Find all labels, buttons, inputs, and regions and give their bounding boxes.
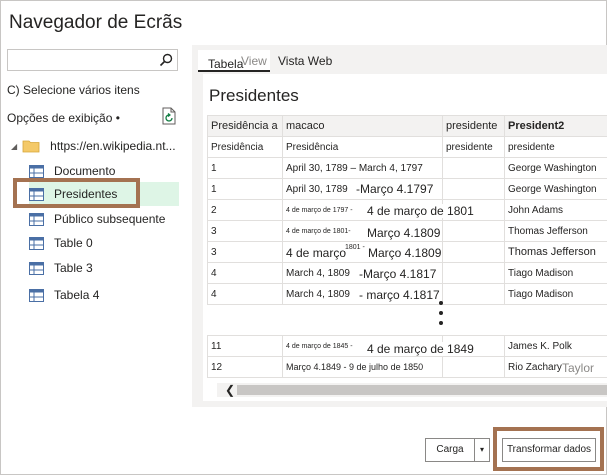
table-cell: 1 <box>207 178 283 200</box>
nav-item-label: Público subsequente <box>54 212 166 226</box>
overlay-text: - março 4.1817 <box>358 288 441 302</box>
table-cell <box>442 178 505 200</box>
table-cell: Presidência <box>282 136 443 158</box>
table-icon <box>29 164 44 178</box>
table-cell <box>442 356 505 378</box>
scrollbar-thumb[interactable] <box>237 385 607 395</box>
overlay-text: Março 4.1809 <box>367 246 443 260</box>
overlay-text: 4 de março de 1801 <box>366 204 475 218</box>
table-icon <box>29 261 44 275</box>
navigator-dialog: Navegador de Ecrãs C) Selecione vários i… <box>0 0 607 475</box>
horizontal-scrollbar[interactable] <box>217 383 607 397</box>
nav-item-documento[interactable]: Documento <box>29 159 179 183</box>
nav-item-label: Documento <box>54 164 116 178</box>
nav-item-label: Tabela 4 <box>54 288 100 302</box>
table-cell <box>442 262 505 284</box>
tree-folder-node[interactable]: ◢ https://en.wikipedia.nt... <box>11 137 176 155</box>
column-header[interactable]: Presidência a <box>207 115 283 137</box>
overlay-text: 4 de março de 1849 <box>366 342 475 356</box>
folder-label: https://en.wikipedia.nt... <box>50 139 176 153</box>
tab-view-ghost-label: View <box>241 54 267 68</box>
overlay-text: 1801 - <box>344 244 366 251</box>
row-ellipsis <box>438 301 444 325</box>
table-cell: Março 4.1849 - 9 de julho de 1850 <box>282 356 443 378</box>
table-icon <box>29 187 44 201</box>
column-header[interactable]: macaco <box>282 115 443 137</box>
tab-web-view[interactable]: Vista Web <box>270 50 340 72</box>
select-multiple-items[interactable]: C) Selecione vários itens <box>7 83 140 97</box>
nav-item-presidentes[interactable]: Presidentes <box>29 182 179 206</box>
refresh-icon[interactable] <box>161 107 177 125</box>
preview-title: Presidentes <box>209 86 299 105</box>
table-header-row: Presidência a macaco presidente Presiden… <box>207 115 607 137</box>
table-row: 12 Março 4.1849 - 9 de julho de 1850 Rio… <box>207 356 607 378</box>
chevron-left-icon[interactable]: ❮ <box>225 383 235 397</box>
nav-item-publico-subsequente[interactable]: Público subsequente <box>29 207 179 231</box>
table-cell <box>442 283 505 305</box>
table-cell: 4 <box>207 262 283 284</box>
table-icon <box>29 212 44 226</box>
table-cell: Presidência <box>207 136 283 158</box>
overlay-text: 4 de março <box>285 246 348 260</box>
preview-tabs: Tabela View Vista Web <box>198 50 340 72</box>
transform-data-button[interactable]: Transformar dados <box>502 438 596 462</box>
nav-item-label: Table 0 <box>54 236 93 250</box>
table-cell: Thomas Jefferson <box>504 220 607 242</box>
nav-item-table-3[interactable]: Table 3 <box>29 256 179 280</box>
nav-item-table-0[interactable]: Table 0 <box>29 231 179 255</box>
folder-icon <box>22 140 40 153</box>
table-cell <box>442 220 505 242</box>
collapse-caret-icon[interactable]: ◢ <box>11 142 17 151</box>
table-cell: George Washington <box>504 178 607 200</box>
display-options[interactable]: Opções de exibição • <box>7 111 120 125</box>
table-cell: Thomas Jefferson <box>504 241 607 263</box>
nav-item-label: Table 3 <box>54 261 93 275</box>
table-cell <box>442 241 505 263</box>
load-button[interactable]: Carga <box>425 438 475 462</box>
table-cell: 12 <box>207 356 283 378</box>
table-cell <box>442 157 505 179</box>
tab-table[interactable]: Tabela View <box>198 50 270 72</box>
table-cell: Tiago Madison <box>504 262 607 284</box>
table-cell: Tiago Madison <box>504 283 607 305</box>
table-cell: 1 <box>207 157 283 179</box>
load-dropdown-button[interactable]: ▾ <box>474 438 490 462</box>
overlay-text: Março 4.1809 <box>366 226 442 240</box>
table-cell: 2 <box>207 199 283 221</box>
dialog-title: Navegador de Ecrãs <box>9 12 183 33</box>
overlay-text: -Março 4.1817 <box>358 267 438 281</box>
table-cell: 3 <box>207 220 283 242</box>
nav-item-label: Presidentes <box>54 187 118 201</box>
table-cell: April 30, 1789 – March 4, 1797 <box>282 157 443 179</box>
column-header[interactable]: President2 <box>504 115 607 137</box>
overlay-text: Taylor <box>562 361 595 375</box>
table-cell: 4 <box>207 283 283 305</box>
table-cell: John Adams <box>504 199 607 221</box>
table-row: 1 April 30, 1789 – March 4, 1797 George … <box>207 157 607 179</box>
table-cell: James K. Polk <box>504 335 607 357</box>
nav-item-tabela-4[interactable]: Tabela 4 <box>29 283 179 307</box>
table-cell: presidente <box>504 136 607 158</box>
table-icon <box>29 288 44 302</box>
column-header[interactable]: presidente <box>442 115 505 137</box>
tab-table-label: Tabela <box>208 57 244 71</box>
table-icon <box>29 236 44 250</box>
table-row: Presidência Presidência presidente presi… <box>207 136 607 158</box>
table-cell: 11 <box>207 335 283 357</box>
table-cell: 3 <box>207 241 283 263</box>
table-cell: presidente <box>442 136 505 158</box>
search-icon[interactable] <box>159 53 173 67</box>
overlay-text: -Março 4.1797 <box>355 182 435 196</box>
table-cell: George Washington <box>504 157 607 179</box>
search-input[interactable] <box>7 49 178 71</box>
